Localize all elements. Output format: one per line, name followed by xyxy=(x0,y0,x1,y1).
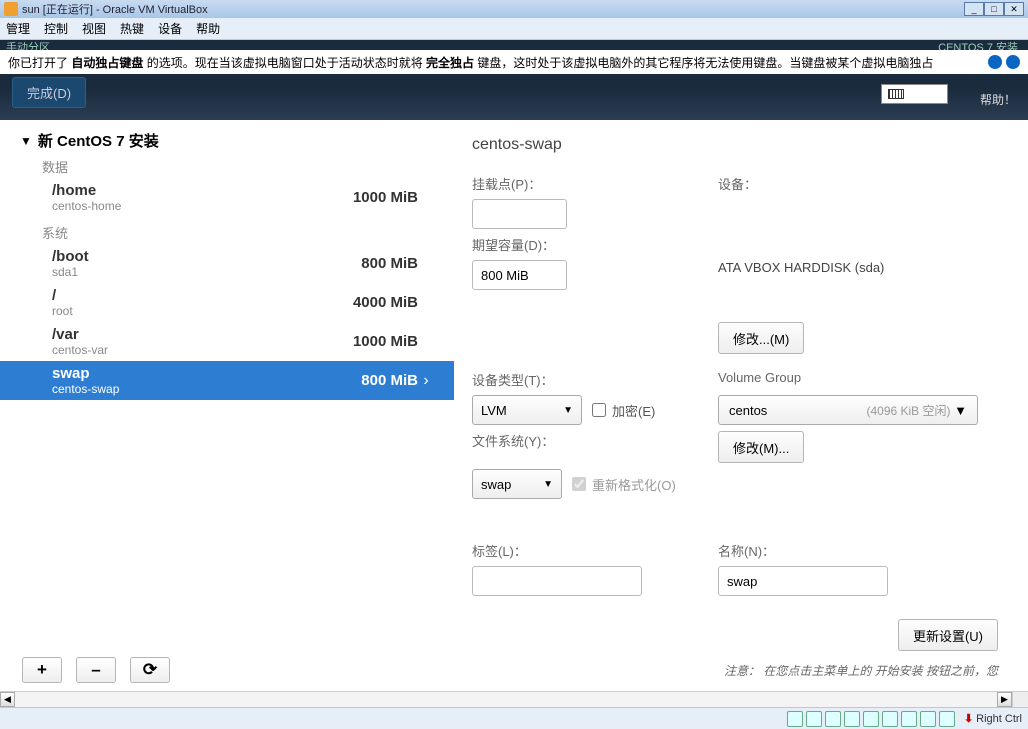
devtype-label: 设备类型(T)： xyxy=(472,360,712,389)
menu-view[interactable]: 视图 xyxy=(82,20,106,37)
label-label: 标签(L)： xyxy=(472,541,712,560)
chevron-down-icon: ▼ xyxy=(954,403,967,418)
devtype-select[interactable]: LVM▼ xyxy=(472,395,582,425)
device-modify-button[interactable]: 修改...(M) xyxy=(718,322,804,354)
partition-details-panel: centos-swap 挂载点(P)： 设备： 期望容量(D)： ATA VBO… xyxy=(454,120,1028,691)
status-recording-icon[interactable] xyxy=(901,711,917,727)
tree-title: 新 CentOS 7 安装 xyxy=(38,130,159,151)
vg-modify-button[interactable]: 修改(M)... xyxy=(718,431,804,463)
add-partition-button[interactable]: + xyxy=(22,657,62,683)
hostkey-icon: ⬇ xyxy=(964,712,973,725)
partition-list-panel: ▼ 新 CentOS 7 安装 数据 /homecentos-home 1000… xyxy=(0,120,454,691)
done-button[interactable]: 完成(D) xyxy=(12,77,86,108)
notification-text: 你已打开了 自动独占键盘 的选项。现在当该虚拟电脑窗口处于活动状态时就将 完全独… xyxy=(8,54,988,71)
reformat-checkbox xyxy=(572,477,586,491)
notif-info-icon[interactable] xyxy=(1006,55,1020,69)
tree-header[interactable]: ▼ 新 CentOS 7 安装 xyxy=(0,130,454,151)
scroll-right-icon[interactable]: ▶ xyxy=(997,692,1012,707)
name-label: 名称(N)： xyxy=(718,541,998,560)
partition-var[interactable]: /varcentos-var 1000 MiB› xyxy=(0,322,454,361)
close-button[interactable]: ✕ xyxy=(1004,2,1024,16)
partition-toolbar: + – ⟳ xyxy=(22,657,170,683)
partition-title: centos-swap xyxy=(472,136,998,154)
horizontal-scrollbar[interactable]: ◀ ▶ xyxy=(0,691,1012,707)
reformat-label: 重新格式化(O) xyxy=(592,475,676,494)
capacity-input[interactable] xyxy=(472,260,567,290)
keyboard-lang: cn xyxy=(910,87,923,101)
name-input[interactable] xyxy=(718,566,888,596)
scroll-corner xyxy=(1012,691,1028,707)
vg-select[interactable]: centos (4096 KiB 空闲) ▼ xyxy=(718,395,978,425)
minimize-button[interactable]: _ xyxy=(964,2,984,16)
device-value: ATA VBOX HARDDISK (sda) xyxy=(718,260,998,290)
vg-label: Volume Group xyxy=(718,360,998,389)
status-optical-icon[interactable] xyxy=(806,711,822,727)
notif-dismiss-icon[interactable] xyxy=(988,55,1002,69)
fstype-select[interactable]: swap▼ xyxy=(472,469,562,499)
status-hdd-icon[interactable] xyxy=(787,711,803,727)
encrypt-label: 加密(E) xyxy=(612,401,655,420)
vbox-titlebar: sun [正在运行] - Oracle VM VirtualBox _ □ ✕ xyxy=(0,0,1028,18)
menu-hotkeys[interactable]: 热键 xyxy=(120,20,144,37)
status-shared-icon[interactable] xyxy=(863,711,879,727)
section-system: 系统 xyxy=(0,217,454,244)
menu-help[interactable]: 帮助 xyxy=(196,20,220,37)
status-display-icon[interactable] xyxy=(882,711,898,727)
encrypt-checkbox[interactable] xyxy=(592,403,606,417)
status-cpu-icon[interactable] xyxy=(920,711,936,727)
keyboard-capture-notification: 你已打开了 自动独占键盘 的选项。现在当该虚拟电脑窗口处于活动状态时就将 完全独… xyxy=(0,50,1028,74)
mountpoint-input[interactable] xyxy=(472,199,567,229)
collapse-icon: ▼ xyxy=(20,134,32,148)
status-mouse-icon[interactable] xyxy=(939,711,955,727)
scroll-left-icon[interactable]: ◀ xyxy=(0,692,15,707)
device-label: 设备： xyxy=(718,174,998,193)
hostkey-indicator: ⬇ Right Ctrl xyxy=(964,712,1022,725)
section-data: 数据 xyxy=(0,151,454,178)
content-area: ▼ 新 CentOS 7 安装 数据 /homecentos-home 1000… xyxy=(0,120,1028,691)
help-button[interactable]: 帮助！ xyxy=(980,91,1016,108)
menu-devices[interactable]: 设备 xyxy=(158,20,182,37)
remove-partition-button[interactable]: – xyxy=(76,657,116,683)
window-buttons: _ □ ✕ xyxy=(964,2,1024,16)
keyboard-icon xyxy=(888,89,904,99)
update-settings-button[interactable]: 更新设置(U) xyxy=(898,619,998,651)
label-input[interactable] xyxy=(472,566,642,596)
maximize-button[interactable]: □ xyxy=(984,2,1004,16)
status-network-icon[interactable] xyxy=(844,711,860,727)
mountpoint-label: 挂载点(P)： xyxy=(472,174,712,193)
partition-home[interactable]: /homecentos-home 1000 MiB› xyxy=(0,178,454,217)
partition-swap[interactable]: swapcentos-swap 800 MiB› xyxy=(0,361,454,400)
reload-button[interactable]: ⟳ xyxy=(130,657,170,683)
status-usb-icon[interactable] xyxy=(825,711,841,727)
vbox-icon xyxy=(4,2,18,16)
fstype-label: 文件系统(Y)： xyxy=(472,431,712,463)
chevron-down-icon: ▼ xyxy=(563,405,573,416)
vbox-menubar: 管理 控制 视图 热键 设备 帮助 xyxy=(0,18,1028,40)
vbox-statusbar: ⬇ Right Ctrl xyxy=(0,707,1028,729)
capacity-label: 期望容量(D)： xyxy=(472,235,712,254)
footer-note: 注意： 在您点击主菜单上的 开始安装 按钮之前，您 xyxy=(654,662,998,679)
menu-manage[interactable]: 管理 xyxy=(6,20,30,37)
partition-root[interactable]: /root 4000 MiB› xyxy=(0,283,454,322)
chevron-down-icon: ▼ xyxy=(543,479,553,490)
window-title: sun [正在运行] - Oracle VM VirtualBox xyxy=(22,1,964,17)
keyboard-indicator[interactable]: cn xyxy=(881,84,948,104)
partition-boot[interactable]: /bootsda1 800 MiB› xyxy=(0,244,454,283)
menu-control[interactable]: 控制 xyxy=(44,20,68,37)
